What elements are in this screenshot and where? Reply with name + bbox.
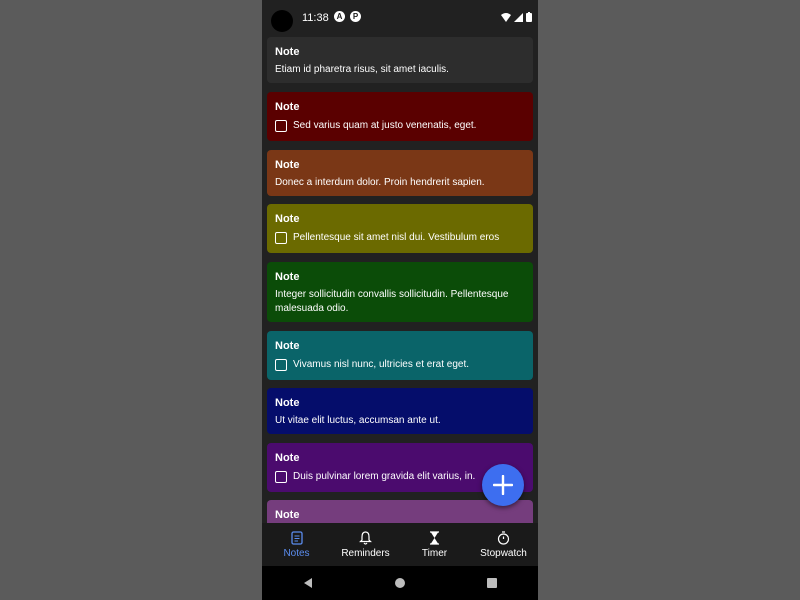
- battery-icon: [526, 12, 532, 22]
- checklist-item[interactable]: Vivamus nisl nunc, ultricies et erat ege…: [275, 358, 525, 372]
- note-title: Note: [275, 46, 300, 58]
- note-body: Ut vitae elit luctus, accumsan ante ut.: [275, 415, 441, 426]
- checkbox[interactable]: [275, 471, 287, 483]
- notes-icon: [290, 530, 303, 545]
- checklist-item-text: Pellentesque sit amet nisl dui. Vestibul…: [293, 232, 500, 243]
- checklist-item-text: Sed varius quam at justo venenatis, eget…: [293, 120, 477, 131]
- checklist-item[interactable]: Pellentesque sit amet nisl dui. Vestibul…: [275, 231, 525, 245]
- note-card[interactable]: Note Sed varius quam at justo venenatis,…: [267, 92, 533, 141]
- notes-list[interactable]: Note Etiam id pharetra risus, sit amet i…: [267, 37, 533, 523]
- wifi-icon: [501, 12, 511, 22]
- note-title: Note: [275, 159, 300, 171]
- app-notification-icon: A: [334, 11, 345, 22]
- note-title: Note: [275, 101, 300, 113]
- hourglass-icon: [430, 530, 439, 545]
- note-card[interactable]: Note Donec a interdum dolor. Proin hendr…: [267, 150, 533, 196]
- phone-screen: 11:38 A P Note Etiam id pharetra risus, …: [262, 0, 538, 600]
- recents-icon[interactable]: [486, 577, 498, 589]
- status-bar: 11:38 A P: [262, 0, 538, 36]
- plus-icon: [493, 475, 513, 495]
- note-title: Note: [275, 340, 300, 352]
- bell-icon: [359, 530, 372, 545]
- checkbox[interactable]: [275, 232, 287, 244]
- note-title: Note: [275, 452, 300, 464]
- nav-timer-label: Timer: [421, 547, 448, 559]
- system-navigation-bar: [262, 566, 538, 600]
- bottom-navigation: Notes Reminders Timer Stopwatch: [262, 523, 538, 566]
- camera-cutout: [271, 10, 293, 32]
- checklist-item[interactable]: Sed varius quam at justo venenatis, eget…: [275, 119, 525, 133]
- home-icon[interactable]: [394, 577, 406, 589]
- nav-stopwatch[interactable]: Stopwatch: [469, 523, 538, 566]
- checklist-item-text: Vivamus nisl nunc, ultricies et erat ege…: [293, 359, 470, 370]
- nav-notes-label: Notes: [283, 547, 310, 559]
- note-body: Donec a interdum dolor. Proin hendrerit …: [275, 177, 485, 188]
- note-card[interactable]: Note Ut vitae elit luctus, accumsan ante…: [267, 388, 533, 434]
- nav-reminders-label: Reminders: [341, 547, 390, 559]
- nav-stopwatch-label: Stopwatch: [480, 547, 527, 559]
- note-card[interactable]: Note Vivamus nisl nunc, ultricies et era…: [267, 331, 533, 380]
- status-time: 11:38: [302, 12, 329, 24]
- checkbox[interactable]: [275, 359, 287, 371]
- add-note-button[interactable]: [482, 464, 524, 506]
- note-title: Note: [275, 213, 300, 225]
- nav-reminders[interactable]: Reminders: [331, 523, 400, 566]
- signal-icon: [514, 12, 523, 22]
- note-title: Note: [275, 271, 300, 283]
- nav-timer[interactable]: Timer: [400, 523, 469, 566]
- note-body: Etiam id pharetra risus, sit amet iaculi…: [275, 64, 449, 75]
- note-title: Note: [275, 397, 300, 409]
- app-notification-icon-2: P: [350, 11, 361, 22]
- note-title: Note: [275, 509, 300, 521]
- note-card[interactable]: Note Etiam id pharetra risus, sit amet i…: [267, 37, 533, 83]
- note-card[interactable]: Note Integer sollicitudin convallis soll…: [267, 262, 533, 322]
- checklist-item-text: Duis pulvinar lorem gravida elit varius,…: [293, 471, 476, 482]
- system-status-icons: [501, 12, 532, 22]
- checkbox[interactable]: [275, 120, 287, 132]
- note-card[interactable]: Note Pellentesque sit amet nisl dui. Ves…: [267, 204, 533, 253]
- back-icon[interactable]: [302, 577, 314, 589]
- stopwatch-icon: [497, 530, 510, 545]
- note-body: Integer sollicitudin convallis sollicitu…: [275, 289, 509, 314]
- nav-notes[interactable]: Notes: [262, 523, 331, 566]
